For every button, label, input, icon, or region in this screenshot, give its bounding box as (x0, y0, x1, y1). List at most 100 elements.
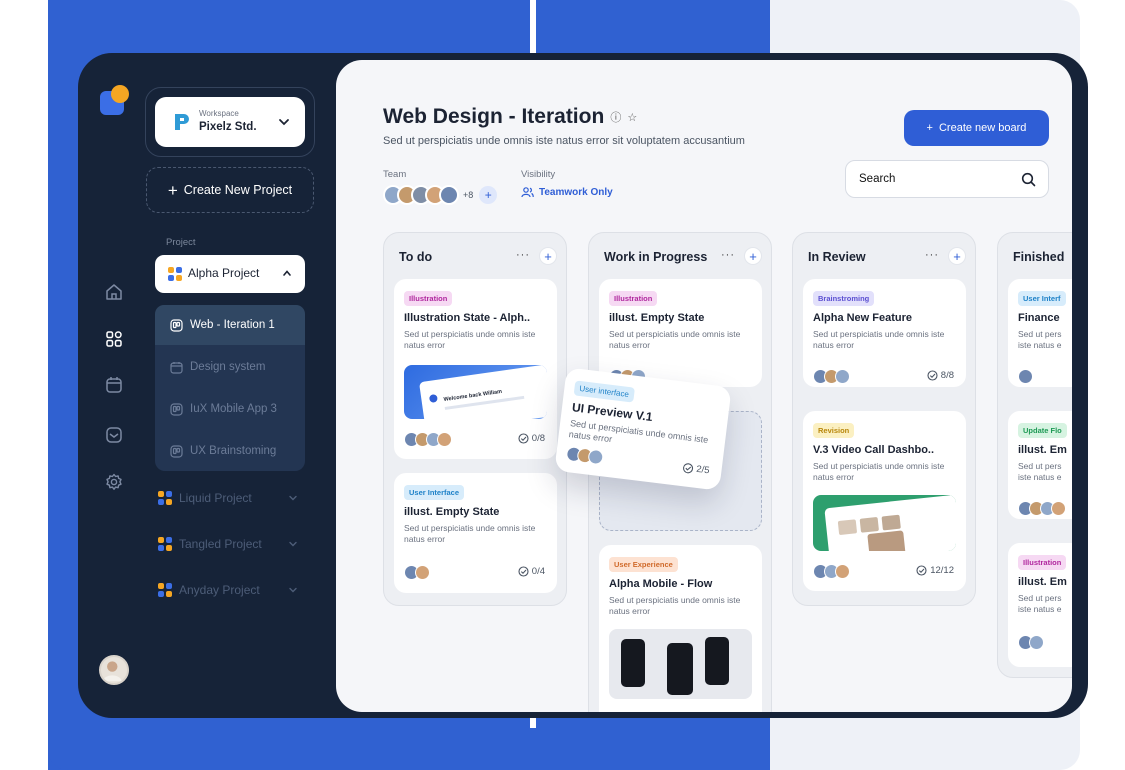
settings-icon[interactable] (104, 472, 124, 492)
card-title: Finance (1018, 312, 1060, 324)
column-title: In Review (808, 250, 866, 264)
board-icon (170, 318, 183, 332)
card-thumbnail (813, 495, 956, 551)
card-assignees (1018, 501, 1066, 516)
project-icon (158, 583, 172, 597)
card-tag: Illustration (609, 291, 658, 306)
task-card[interactable]: Illustration illust. Empty State Sed ut … (599, 279, 762, 387)
add-card-button[interactable]: + (948, 247, 966, 265)
card-title: Illustration State - Alph.. (404, 312, 531, 324)
task-card[interactable]: Revision V.3 Video Call Dashbo.. Sed ut … (803, 411, 966, 591)
card-description: Sed ut perspiciatis unde omnis iste natu… (813, 329, 945, 350)
sidebar-item-design-system[interactable]: Design system (155, 347, 305, 387)
visibility-selector[interactable]: Teamwork Only (521, 187, 613, 198)
column-title: Finished (1013, 250, 1065, 264)
sidebar-project-anyday[interactable]: Anyday Project (158, 579, 298, 601)
checklist-count: 8/8 (927, 370, 954, 381)
screenshot-stage: Workspace Pixelz Std. + Create New Proje… (0, 0, 1125, 770)
app-logo-dot (111, 85, 129, 103)
checklist-count: 0/8 (518, 433, 545, 444)
task-card[interactable]: User Interf Finance Sed ut pers iste nat… (1008, 279, 1072, 387)
workspace-caption: Workspace (199, 109, 239, 118)
search-input[interactable]: Search (845, 160, 1049, 198)
star-icon[interactable]: ☆ (627, 111, 637, 124)
plus-icon: + (167, 180, 178, 200)
visibility-label: Visibility (521, 169, 556, 180)
checklist-count-text: 0/4 (531, 566, 545, 577)
task-card[interactable]: Illustration Illustration State - Alph..… (394, 279, 557, 459)
sidebar-item-mobile-app[interactable]: IuX Mobile App 3 (155, 389, 305, 429)
sidebar-item-label: IuX Mobile App 3 (190, 403, 277, 415)
card-tag: User Experience (609, 557, 678, 572)
check-circle-icon (518, 433, 529, 444)
project-name: Liquid Project (179, 491, 252, 505)
sidebar-project-liquid[interactable]: Liquid Project (158, 487, 298, 509)
project-icon (158, 537, 172, 551)
workspace-name: Pixelz Std. (199, 121, 257, 133)
card-description: Sed ut pers iste natus e (1018, 329, 1062, 350)
user-avatar[interactable] (99, 655, 129, 685)
project-icon (158, 491, 172, 505)
card-title: illust. Em (1018, 576, 1067, 588)
chevron-down-icon (279, 119, 289, 126)
backdrop-panel (48, 728, 668, 770)
create-project-button[interactable]: + Create New Project (146, 167, 314, 213)
column-title: To do (399, 250, 433, 264)
add-card-button[interactable]: + (539, 247, 557, 265)
grid-icon[interactable] (104, 329, 124, 349)
inbox-icon[interactable] (104, 425, 124, 445)
card-assignees (404, 565, 430, 580)
card-title: Alpha New Feature (813, 312, 913, 324)
create-board-button[interactable]: + Create new board (904, 110, 1049, 146)
more-icon[interactable]: ··· (516, 249, 530, 261)
info-icon[interactable]: ⓘ (610, 109, 621, 125)
card-tag: User Interf (1018, 291, 1066, 306)
project-selector-alpha[interactable]: Alpha Project (155, 255, 305, 293)
chevron-down-icon (289, 587, 297, 593)
column-title: Work in Progress (604, 250, 708, 264)
board-icon (170, 444, 183, 458)
card-tag: Revision (813, 423, 855, 438)
card-tag: Brainstroming (813, 291, 875, 306)
team-avatars[interactable]: +8 + (383, 184, 498, 206)
sidebar-item-ux-brainstorming[interactable]: UX Brainstoming (155, 431, 305, 471)
card-description: Sed ut pers iste natus e (1018, 461, 1062, 482)
card-title: V.3 Video Call Dashbo.. (813, 444, 935, 456)
task-card[interactable]: Update Flo illust. Em Sed ut pers iste n… (1008, 411, 1072, 519)
check-circle-icon (518, 566, 529, 577)
sidebar-item-label: Design system (190, 361, 266, 373)
search-icon (1021, 172, 1036, 186)
backdrop-panel (673, 728, 770, 770)
card-title: illust. Empty State (609, 312, 705, 324)
card-description: Sed ut perspiciatis unde omnis iste natu… (813, 461, 945, 482)
task-card[interactable]: Brainstroming Alpha New Feature Sed ut p… (803, 279, 966, 387)
more-icon[interactable]: ··· (721, 249, 735, 261)
project-name: Anyday Project (179, 583, 260, 597)
task-card[interactable]: Illustration illust. Em Sed ut pers iste… (1008, 543, 1072, 667)
sidebar-project-tangled[interactable]: Tangled Project (158, 533, 298, 555)
card-assignees (565, 445, 605, 466)
dragged-card[interactable]: User interface UI Preview V.1 Sed ut per… (554, 367, 732, 491)
card-assignees (404, 432, 452, 447)
check-circle-icon (927, 370, 938, 381)
avatar (439, 185, 459, 205)
chevron-down-icon (289, 541, 297, 547)
card-assignees (813, 369, 850, 384)
sidebar-item-web-iteration[interactable]: Web - Iteration 1 (155, 305, 305, 345)
task-card[interactable]: User Experience Alpha Mobile - Flow Sed … (599, 545, 762, 712)
home-icon[interactable] (104, 282, 124, 302)
task-card[interactable]: User Interface illust. Empty State Sed u… (394, 473, 557, 593)
add-member-button[interactable]: + (479, 186, 498, 204)
column-finished: Finished User Interf Finance Sed ut pers… (997, 232, 1072, 678)
card-title: illust. Empty State (404, 506, 500, 518)
page-title-text: Web Design - Iteration (383, 105, 605, 128)
checklist-count: 2/5 (682, 462, 710, 476)
add-card-button[interactable]: + (744, 247, 762, 265)
calendar-icon[interactable] (104, 375, 124, 395)
workspace-selector[interactable]: Workspace Pixelz Std. (155, 97, 305, 147)
checklist-count-text: 8/8 (940, 370, 954, 381)
card-tag: Illustration (404, 291, 453, 306)
card-description: Sed ut perspiciatis unde omnis iste natu… (609, 329, 741, 350)
workspace-logo (175, 114, 189, 130)
more-icon[interactable]: ··· (925, 249, 939, 261)
